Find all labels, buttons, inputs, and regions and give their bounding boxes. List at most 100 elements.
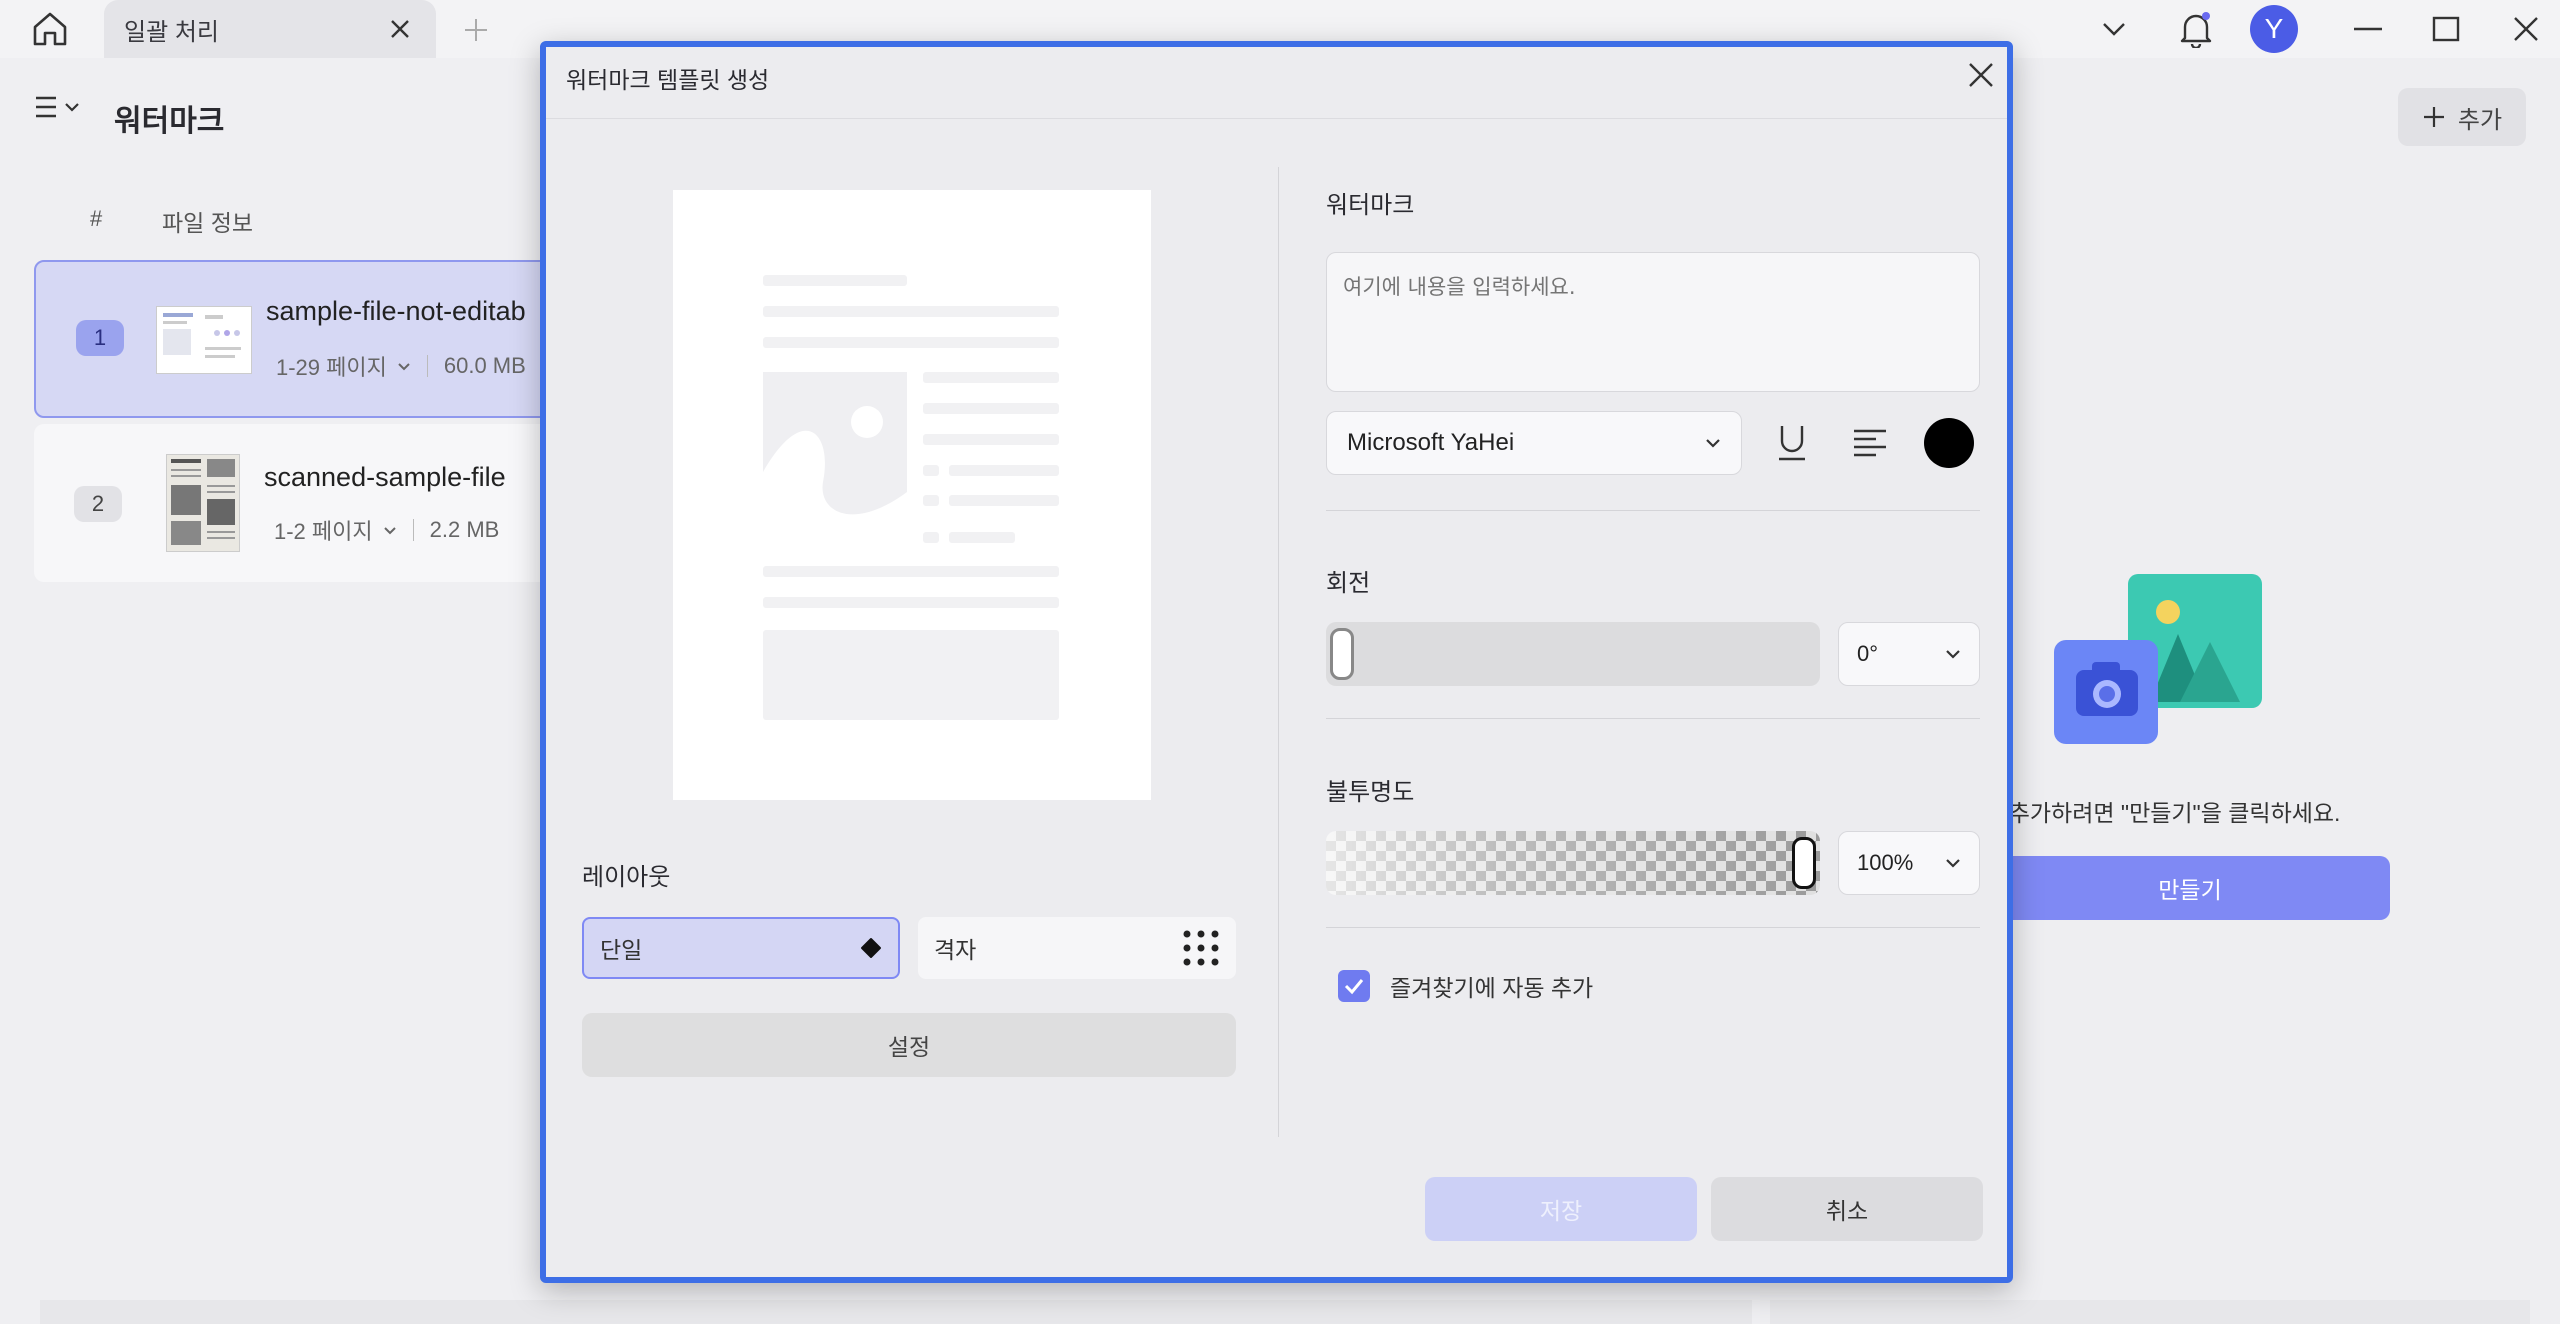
- dialog-close-button[interactable]: [1961, 55, 2001, 95]
- file-row[interactable]: 2 scanned-sample-file 1-2 페이지 2.2 MB: [34, 424, 594, 582]
- page-range[interactable]: 1-29 페이지: [276, 350, 387, 382]
- opacity-section-label: 불투명도: [1326, 779, 1415, 806]
- close-icon: [1969, 63, 1993, 87]
- font-select-value: Microsoft YaHei: [1347, 429, 1515, 456]
- file-meta: 1-2 페이지 2.2 MB: [274, 514, 499, 546]
- underline-button[interactable]: [1768, 419, 1816, 467]
- favorite-checkbox[interactable]: [1338, 970, 1370, 1002]
- plus-icon: [2423, 107, 2444, 127]
- minimize-icon: [2354, 27, 2382, 31]
- rotation-slider[interactable]: [1326, 622, 1820, 686]
- layout-option-single[interactable]: 단일: [582, 917, 900, 979]
- notification-button[interactable]: [2172, 0, 2220, 58]
- file-thumbnail: [156, 306, 252, 374]
- menu-icon: [36, 96, 56, 118]
- home-button[interactable]: [28, 8, 72, 50]
- add-button-label: 추가: [2457, 106, 2503, 134]
- divider: [412, 519, 414, 541]
- page-preview: [673, 190, 1151, 800]
- dropdown-button[interactable]: [2092, 0, 2136, 58]
- file-name: sample-file-not-editab: [266, 296, 526, 326]
- row-number: 1: [76, 320, 124, 356]
- layout-option-label: 격자: [934, 937, 977, 963]
- layout-option-label: 단일: [600, 937, 643, 963]
- file-size: 2.2 MB: [429, 517, 500, 542]
- color-picker[interactable]: [1924, 418, 1974, 468]
- tab-batch[interactable]: 일괄 처리: [104, 0, 436, 58]
- slider-handle[interactable]: [1792, 837, 1816, 889]
- plus-icon: [465, 19, 487, 41]
- bottom-strip: [1770, 1300, 2530, 1324]
- preview-image-placeholder: [763, 372, 907, 546]
- chevron-down-icon[interactable]: [397, 362, 411, 371]
- layout-label: 레이아웃: [582, 864, 671, 891]
- chevron-down-icon[interactable]: [383, 526, 397, 535]
- watermark-template-dialog: 워터마크 템플릿 생성 레이아웃 단일 격자 설정 워터마크 여기에 내용을 입…: [540, 41, 2013, 1283]
- home-icon: [33, 12, 67, 46]
- chevron-down-icon: [65, 103, 79, 112]
- add-button[interactable]: 추가: [2398, 88, 2526, 146]
- divider: [426, 355, 428, 377]
- favorite-label: 즐겨찾기에 자동 추가: [1390, 975, 1594, 1001]
- window-close-button[interactable]: [2504, 0, 2548, 58]
- rotation-select[interactable]: 0°: [1838, 622, 1980, 686]
- watermark-section-label: 워터마크: [1326, 192, 1415, 219]
- file-meta: 1-29 페이지 60.0 MB: [276, 350, 526, 382]
- divider: [1326, 927, 1980, 928]
- chevron-down-icon: [1946, 859, 1960, 868]
- tab-label: 일괄 처리: [124, 18, 219, 46]
- rotation-section-label: 회전: [1326, 570, 1371, 597]
- tab-close-button[interactable]: [384, 13, 416, 45]
- dialog-title: 워터마크 템플릿 생성: [566, 67, 770, 93]
- column-header-file-info: 파일 정보: [162, 210, 254, 236]
- user-avatar-button[interactable]: Y: [2248, 0, 2300, 58]
- opacity-select[interactable]: 100%: [1838, 831, 1980, 895]
- maximize-button[interactable]: [2424, 0, 2468, 58]
- chevron-down-icon: [2103, 23, 2125, 36]
- close-icon: [2514, 17, 2538, 41]
- divider: [1326, 510, 1980, 511]
- file-name: scanned-sample-file: [264, 462, 506, 492]
- grid-dots-icon: [1183, 930, 1219, 966]
- favorite-option[interactable]: 즐겨찾기에 자동 추가: [1338, 969, 1593, 1003]
- row-number: 2: [74, 486, 122, 522]
- new-tab-button[interactable]: [458, 12, 494, 48]
- image-illustration: [2054, 574, 2262, 744]
- menu-button[interactable]: [34, 94, 80, 120]
- check-icon: [1344, 979, 1364, 995]
- maximize-icon: [2432, 16, 2460, 42]
- settings-button[interactable]: 설정: [582, 1013, 1236, 1077]
- cancel-button[interactable]: 취소: [1711, 1177, 1983, 1241]
- empty-hint: 크를 추가하려면 "만들기"을 클릭하세요.: [1960, 800, 2341, 826]
- create-button[interactable]: 만들기: [1990, 856, 2390, 920]
- file-row[interactable]: 1 sample-file-not-editab 1-29 페이지 60.0 M…: [34, 260, 594, 418]
- settings-button-label: 설정: [887, 1034, 931, 1060]
- file-size: 60.0 MB: [443, 353, 526, 378]
- bottom-strip: [40, 1300, 1752, 1324]
- slider-handle[interactable]: [1330, 628, 1354, 680]
- file-thumbnail: [166, 454, 240, 552]
- save-button[interactable]: 저장: [1425, 1177, 1697, 1241]
- page-title: 워터마크: [114, 105, 225, 138]
- page-range[interactable]: 1-2 페이지: [274, 514, 373, 546]
- diamond-icon: [861, 938, 881, 958]
- watermark-text-input[interactable]: [1326, 252, 1980, 392]
- underline-icon: [1779, 426, 1805, 461]
- font-select[interactable]: Microsoft YaHei: [1326, 411, 1742, 475]
- layout-option-grid[interactable]: 격자: [918, 917, 1236, 979]
- align-left-icon: [1854, 429, 1886, 457]
- avatar: Y: [2250, 5, 2298, 53]
- minimize-button[interactable]: [2346, 0, 2390, 58]
- close-icon: [391, 20, 409, 38]
- create-button-label: 만들기: [2158, 877, 2222, 903]
- align-button[interactable]: [1846, 419, 1894, 467]
- chevron-down-icon: [1706, 439, 1720, 448]
- save-button-label: 저장: [1539, 1198, 1583, 1224]
- column-header-number: #: [90, 206, 103, 231]
- cancel-button-label: 취소: [1825, 1198, 1869, 1224]
- divider: [1326, 718, 1980, 719]
- rotation-value: 0°: [1857, 641, 1879, 666]
- opacity-value: 100%: [1857, 850, 1914, 875]
- bell-icon: [2180, 12, 2212, 48]
- opacity-slider[interactable]: [1326, 831, 1820, 895]
